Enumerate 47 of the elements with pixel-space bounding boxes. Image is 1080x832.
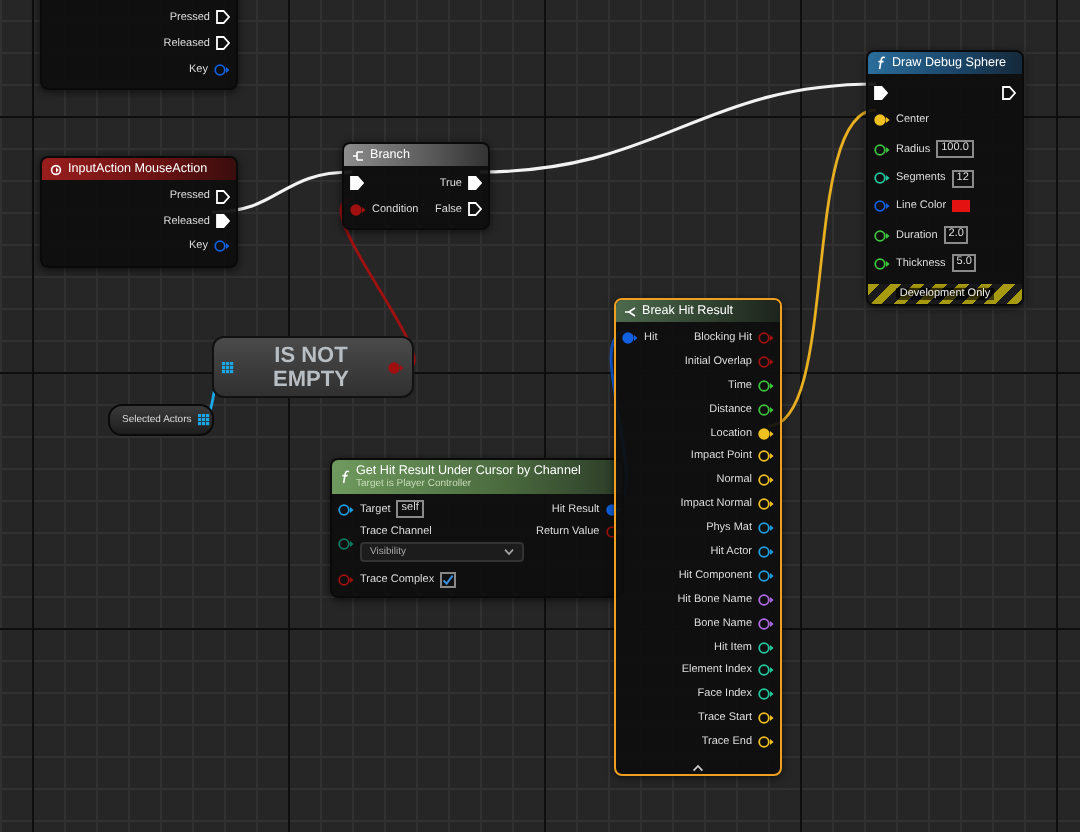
data-pin-icon[interactable]: [874, 172, 890, 185]
data-pin-icon[interactable]: [758, 712, 774, 725]
exec-pin-icon[interactable]: [216, 189, 230, 204]
data-pin-icon[interactable]: [758, 664, 774, 677]
node-title: IS NOT EMPTY: [271, 343, 351, 391]
split-icon: [624, 305, 636, 317]
data-pin-icon[interactable]: [758, 736, 774, 749]
data-pin-icon[interactable]: [758, 569, 774, 582]
data-pin-icon[interactable]: [874, 229, 890, 242]
data-pin-icon[interactable]: [758, 403, 774, 416]
color-swatch[interactable]: [952, 200, 971, 213]
array-pin-icon[interactable]: [197, 414, 210, 426]
data-pin-icon[interactable]: [338, 503, 354, 515]
exec-pin-icon[interactable]: [468, 176, 482, 190]
event-icon: [50, 163, 62, 175]
data-pin-icon[interactable]: [758, 498, 774, 511]
data-pin-icon[interactable]: [758, 522, 774, 535]
data-pin-icon[interactable]: [758, 593, 774, 606]
data-pin-icon[interactable]: [758, 450, 774, 463]
function-icon: [876, 56, 886, 70]
function-icon: [340, 470, 350, 484]
data-pin-icon[interactable]: [758, 545, 774, 558]
exec-pin-icon[interactable]: [216, 10, 230, 24]
exec-pin-icon[interactable]: [468, 202, 482, 216]
exec-pin-icon[interactable]: [216, 36, 230, 50]
data-pin-icon[interactable]: [758, 474, 774, 487]
graph-node[interactable]: [614, 298, 782, 777]
compact-node[interactable]: IS NOT EMPTY: [212, 336, 414, 398]
data-pin-icon[interactable]: [758, 617, 774, 630]
branch-icon: [352, 149, 364, 161]
data-pin-icon[interactable]: [874, 114, 890, 127]
data-pin-icon[interactable]: [758, 379, 774, 392]
graph-canvas[interactable]: [0, 0, 1080, 832]
data-pin-icon[interactable]: [758, 688, 774, 701]
data-pin-icon[interactable]: [874, 257, 890, 270]
check-icon: [442, 573, 455, 586]
chevron-up-icon[interactable]: [692, 763, 704, 772]
data-pin-icon[interactable]: [758, 641, 774, 654]
chevron-down-icon: [504, 548, 514, 557]
data-pin-icon[interactable]: [758, 427, 774, 439]
exec-pin-icon[interactable]: [350, 176, 364, 190]
exec-pin-icon[interactable]: [874, 85, 888, 100]
exec-pin-icon[interactable]: [216, 214, 230, 229]
data-pin-icon[interactable]: [874, 143, 890, 156]
array-pin-icon[interactable]: [222, 361, 234, 373]
exec-pin-icon[interactable]: [1002, 85, 1016, 100]
checkbox[interactable]: [440, 571, 457, 588]
